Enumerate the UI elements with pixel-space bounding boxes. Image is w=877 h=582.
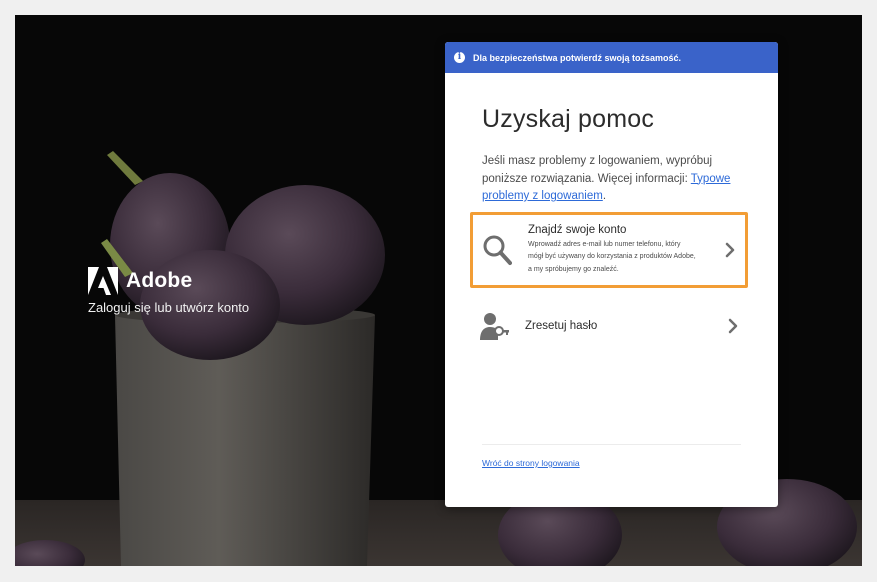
help-description: Jeśli masz problemy z logowaniem, wyprób… [482, 153, 741, 206]
find-account-description: Wprowadź adres e-mail lub numer telefonu… [528, 239, 725, 277]
back-to-login-link[interactable]: Wróć do strony logowania [482, 458, 580, 468]
reset-password-option[interactable]: Zresetuj hasło [470, 297, 748, 355]
find-account-option[interactable]: Znajdź swoje konto Wprowadź adres e-mail… [470, 212, 748, 288]
brand-block: Adobe Zaloguj się lub utwórz konto [88, 267, 249, 315]
brand-tagline: Zaloguj się lub utwórz konto [88, 300, 250, 315]
user-key-icon [480, 313, 509, 340]
find-account-desc-line: Wprowadź adres e-mail lub numer telefonu… [528, 240, 681, 248]
reset-password-title: Zresetuj hasło [525, 320, 598, 332]
chevron-right-icon [728, 318, 738, 334]
login-page: Adobe Zaloguj się lub utwórz konto i Dla… [15, 15, 862, 566]
help-card: i Dla bezpieczeństwa potwierdź swoją toż… [445, 42, 778, 507]
chevron-right-icon [725, 242, 735, 258]
find-account-desc-line: mógł być używany do korzystania z produk… [528, 253, 696, 261]
security-banner: i Dla bezpieczeństwa potwierdź swoją toż… [445, 42, 778, 73]
info-icon: i [454, 52, 465, 63]
description-end: . [602, 190, 607, 202]
adobe-logo-icon [88, 267, 118, 295]
find-account-title: Znajdź swoje konto [528, 223, 627, 236]
brand-name: Adobe [126, 269, 193, 292]
page-title: Uzyskaj pomoc [482, 105, 655, 133]
banner-text: Dla bezpieczeństwa potwierdź swoją tożsa… [473, 52, 682, 63]
divider [482, 444, 741, 445]
search-icon [483, 235, 512, 265]
find-account-desc-line: a my spróbujemy go znaleźć. [528, 265, 619, 273]
description-text: Jeśli masz problemy z logowaniem, wyprób… [482, 155, 713, 185]
